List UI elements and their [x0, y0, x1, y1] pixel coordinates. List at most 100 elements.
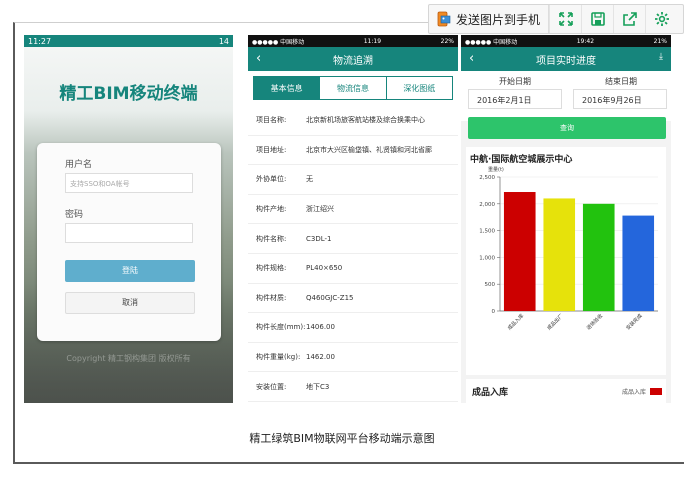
info-value: 北京新机场旅客航站楼及综合换乘中心 — [306, 116, 425, 125]
status-battery: 22% — [440, 37, 454, 45]
send-to-phone-label: 发送图片到手机 — [456, 12, 541, 27]
info-value: C3DL-1 — [306, 234, 332, 243]
status-time: 11:27 — [28, 36, 52, 46]
info-row: 构件名称: C3DL-1 — [248, 224, 458, 254]
warehouse-legend: 成品入库 — [622, 387, 662, 396]
bar — [622, 215, 655, 311]
password-input[interactable] — [65, 223, 193, 243]
status-battery: 14 — [218, 36, 229, 46]
info-row: 构件重量(kg): 1462.00 — [248, 343, 458, 373]
bar — [582, 203, 615, 311]
status-carrier: ●●●●● 中国移动 — [465, 38, 518, 46]
login-card: 用户名 支持SSO和OA帐号 密码 登陆 取消 — [37, 143, 221, 341]
info-value: 地下C3 — [306, 382, 330, 391]
tab-basic-info[interactable]: 基本信息 — [254, 77, 320, 99]
share-button[interactable] — [613, 5, 645, 33]
back-icon[interactable]: ‹ — [469, 51, 474, 66]
x-tick-label: 安装完成 — [625, 312, 644, 331]
y-tick-label: 1,500 — [479, 229, 495, 235]
image-toolbar: 发送图片到手机 — [428, 4, 684, 34]
info-row: 构件长度(mm): 1406.00 — [248, 313, 458, 343]
status-bar: ●●●●● 中国移动 19:42 21% — [461, 35, 671, 47]
page-title: 项目实时进度 — [536, 55, 596, 67]
share-icon — [622, 12, 637, 26]
status-time: 11:19 — [363, 37, 382, 45]
info-key: 构件名称: — [256, 234, 287, 243]
x-tick-label: 成品出厂 — [546, 312, 565, 331]
info-row: 外协单位: 无 — [248, 165, 458, 195]
copyright-footer: Copyright 精工钢构集团 版权所有 — [66, 354, 191, 363]
username-input[interactable]: 支持SSO和OA帐号 — [65, 173, 193, 193]
info-value: 1462.00 — [306, 353, 335, 362]
status-battery: 21% — [653, 37, 667, 45]
status-time: 19:42 — [576, 37, 595, 45]
info-row: 项目名称: 北京新机场旅客航站楼及综合换乘中心 — [248, 106, 458, 136]
send-to-phone-button[interactable]: 发送图片到手机 — [429, 5, 550, 33]
app-title: 精工BIM移动终端 — [59, 84, 198, 104]
bar — [503, 192, 536, 311]
phone-image-icon — [437, 11, 451, 27]
settings-button[interactable] — [645, 5, 677, 33]
x-tick-label: 成品入库 — [506, 312, 525, 331]
tab-drawings[interactable]: 深化图纸 — [385, 77, 452, 99]
y-tick-label: 500 — [485, 282, 496, 288]
info-row: 构件规格: PL40×650 — [248, 254, 458, 284]
info-key: 外协单位: — [256, 175, 287, 184]
back-icon[interactable]: ‹ — [256, 51, 261, 66]
info-value: PL40×650 — [306, 264, 343, 273]
info-row: 安装位置: 地下C3 — [248, 372, 458, 402]
y-tick-label: 0 — [492, 309, 496, 315]
legend-label: 成品入库 — [621, 389, 646, 396]
x-tick-label: 进场验收 — [585, 312, 604, 331]
login-background: 精工BIM移动终端 用户名 支持SSO和OA帐号 密码 登陆 取消 Copyri… — [24, 47, 233, 403]
cancel-button[interactable]: 取消 — [65, 292, 195, 314]
download-icon[interactable]: ⤓ — [659, 52, 663, 62]
info-key: 构件重量(kg): — [256, 353, 301, 362]
start-date-input[interactable]: 2016年2月1日 — [468, 89, 562, 109]
warehouse-title: 成品入库 — [472, 388, 509, 398]
password-label: 密码 — [65, 210, 84, 220]
info-value: 北京市大兴区榆垡镇、礼贤镇和河北省廊 — [306, 145, 432, 154]
legend-swatch — [650, 388, 662, 395]
info-row: 构件材质: Q460GJC-Z15 — [248, 284, 458, 314]
info-key: 构件材质: — [256, 293, 287, 302]
info-tabs: 基本信息 物流信息 深化图纸 — [253, 76, 453, 100]
info-key: 项目名称: — [256, 116, 287, 125]
save-icon — [590, 12, 605, 26]
username-label: 用户名 — [65, 160, 93, 170]
progress-screen: ●●●●● 中国移动 19:42 21% ‹ 项目实时进度 ⤓ 开始日期 201… — [461, 35, 671, 403]
page-title: 物流追溯 — [333, 55, 373, 67]
y-tick-label: 2,500 — [479, 175, 495, 181]
end-date-input[interactable]: 2016年9月26日 — [573, 89, 667, 109]
progress-chart-card: 中航·国际航空城展示中心 重量(t) 0 500 1,000 1,500 2,000 2,5… — [466, 147, 666, 375]
progress-bar-chart: 重量(t) 0 500 1,000 1,500 2,000 2,500 成品入库 成品出厂 进场验… — [479, 166, 658, 332]
expand-icon — [558, 12, 573, 26]
end-date-label: 结束日期 — [605, 77, 637, 86]
info-key: 构件长度(mm): — [256, 323, 306, 332]
info-key: 项目地址: — [256, 145, 287, 154]
settings-icon — [654, 12, 669, 26]
status-bar: ●●●●● 中国移动 11:19 22% — [248, 35, 458, 47]
info-value: 无 — [306, 175, 313, 184]
status-bar: 11:27 14 — [24, 35, 233, 47]
login-button[interactable]: 登陆 — [65, 260, 195, 282]
start-date-label: 开始日期 — [499, 77, 531, 86]
query-button[interactable]: 查询 — [468, 117, 666, 139]
info-value: Q460GJC-Z15 — [306, 293, 354, 302]
info-row: 构件产地: 浙江绍兴 — [248, 195, 458, 225]
expand-button[interactable] — [549, 5, 581, 33]
bar — [543, 198, 576, 311]
info-value: 1406.00 — [306, 323, 335, 332]
y-axis-label: 重量(t) — [488, 166, 504, 173]
info-key: 安装位置: — [256, 382, 287, 391]
info-key: 构件规格: — [256, 264, 287, 273]
date-range: 开始日期 2016年2月1日 结束日期 2016年9月26日 — [461, 71, 671, 121]
tab-logistics-info[interactable]: 物流信息 — [319, 77, 385, 99]
info-row: 项目地址: 北京市大兴区榆垡镇、礼贤镇和河北省廊 — [248, 136, 458, 166]
trace-screen: ●●●●● 中国移动 11:19 22% ‹ 物流追溯 基本信息 物流信息 深化… — [248, 35, 458, 403]
nav-bar: ‹ 物流追溯 — [248, 47, 458, 71]
save-button[interactable] — [581, 5, 613, 33]
info-list: 项目名称: 北京新机场旅客航站楼及综合换乘中心项目地址: 北京市大兴区榆垡镇、礼贤镇… — [248, 106, 458, 402]
image-caption: 精工绿筑BIM物联网平台移动端示意图 — [249, 432, 435, 445]
y-tick-label: 1,000 — [479, 255, 495, 261]
